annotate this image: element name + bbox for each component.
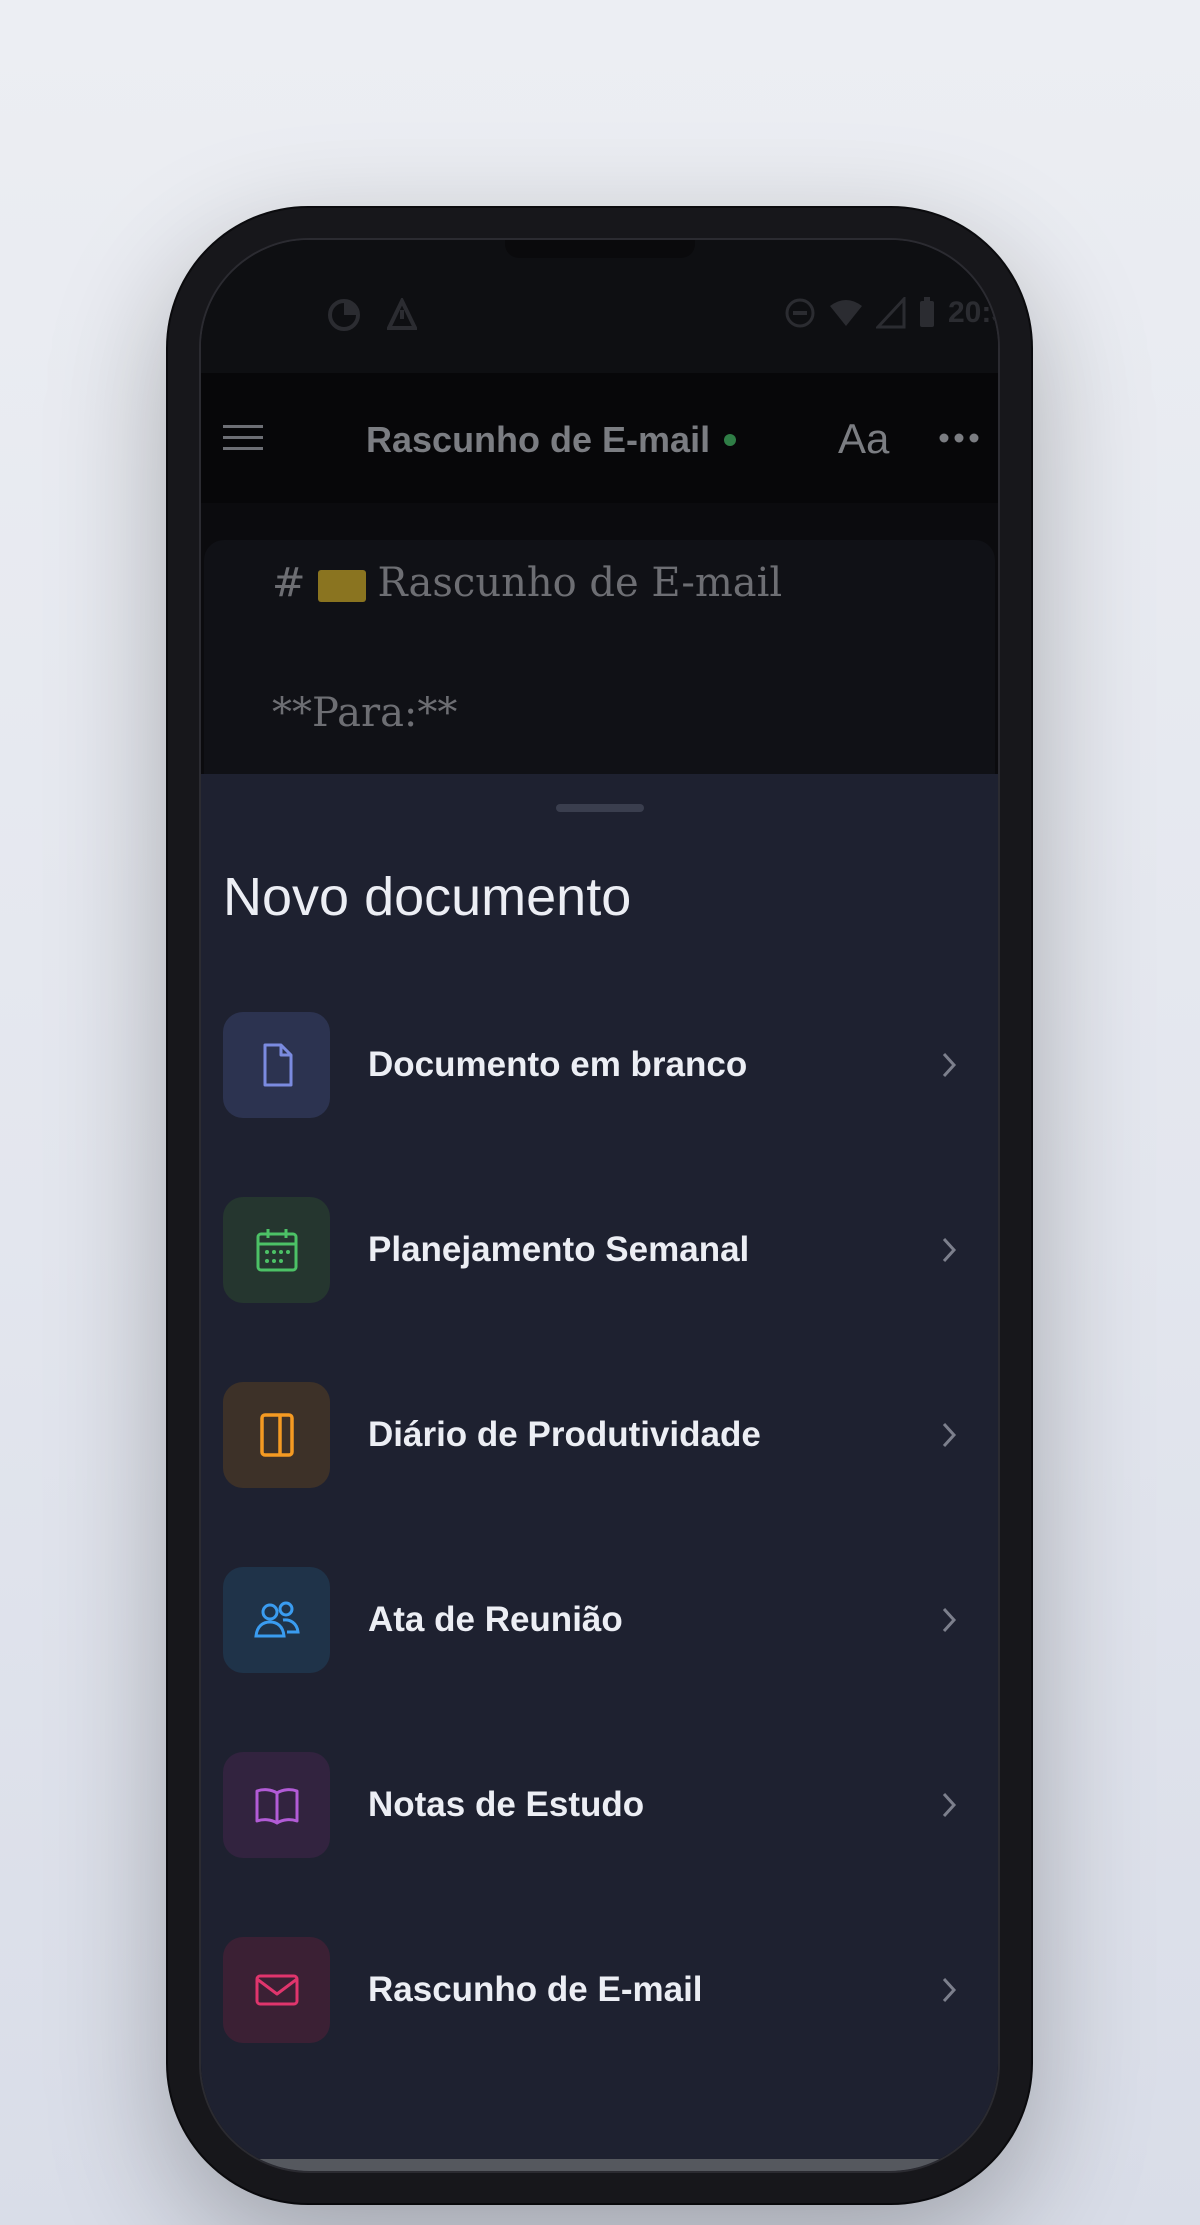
mail-icon bbox=[255, 1974, 298, 2006]
template-list: Documento em branco Planejamento Semanal bbox=[223, 1012, 976, 2122]
sheet-drag-handle[interactable] bbox=[555, 804, 644, 812]
status-bar: 20:5 bbox=[201, 240, 998, 373]
editor-area[interactable]: # Rascunho de E-mail **Para:** bbox=[204, 540, 995, 800]
template-option-meeting-minutes[interactable]: Ata de Reunião bbox=[223, 1567, 976, 1673]
phone-frame: 20:5 Rascunho de E-mail Aa #Rascunho bbox=[168, 208, 1031, 2203]
signal-icon bbox=[875, 297, 906, 329]
status-time: 20:5 bbox=[947, 296, 998, 329]
option-label: Diário de Produtividade bbox=[368, 1415, 761, 1454]
book-icon bbox=[255, 1788, 298, 1825]
notebook-icon bbox=[259, 1413, 294, 1457]
document-title-text: Rascunho de E-mail bbox=[366, 419, 711, 460]
gesture-bar bbox=[231, 2159, 968, 2171]
option-label: Rascunho de E-mail bbox=[368, 1970, 703, 2009]
document-icon bbox=[263, 1043, 292, 1087]
editor-line: **Para:** bbox=[272, 690, 458, 736]
document-title[interactable]: Rascunho de E-mail bbox=[366, 419, 737, 461]
markdown-hash: # bbox=[272, 560, 306, 606]
template-option-study-notes[interactable]: Notas de Estudo bbox=[223, 1752, 976, 1858]
new-document-sheet: Novo documento Documento em branco Plane… bbox=[201, 774, 998, 2171]
template-option-blank[interactable]: Documento em branco bbox=[223, 1012, 976, 1118]
chevron-right-icon bbox=[942, 1052, 957, 1078]
app-bar: Rascunho de E-mail Aa bbox=[201, 373, 998, 503]
chevron-right-icon bbox=[942, 1422, 957, 1448]
option-label: Ata de Reunião bbox=[368, 1600, 623, 1639]
font-settings-button[interactable]: Aa bbox=[838, 415, 889, 463]
editor-heading-line: # Rascunho de E-mail bbox=[272, 560, 782, 606]
chevron-right-icon bbox=[942, 1237, 957, 1263]
envelope-emoji-icon bbox=[317, 570, 366, 602]
option-icon-tile bbox=[223, 1567, 330, 1673]
chevron-right-icon bbox=[942, 1792, 957, 1818]
template-option-productivity-journal[interactable]: Diário de Produtividade bbox=[223, 1382, 976, 1488]
option-label: Documento em branco bbox=[368, 1045, 748, 1084]
option-icon-tile bbox=[223, 1752, 330, 1858]
people-icon bbox=[253, 1601, 300, 1638]
sync-status-dot bbox=[724, 434, 737, 446]
option-label: Planejamento Semanal bbox=[368, 1230, 750, 1269]
sheet-title: Novo documento bbox=[223, 867, 632, 927]
template-option-email-draft[interactable]: Rascunho de E-mail bbox=[223, 1937, 976, 2043]
option-icon-tile bbox=[223, 1937, 330, 2043]
data-saver-icon bbox=[328, 299, 360, 331]
menu-icon[interactable] bbox=[223, 423, 263, 453]
camera-notch bbox=[504, 240, 695, 258]
option-label: Notas de Estudo bbox=[368, 1785, 645, 1824]
do-not-disturb-icon bbox=[785, 298, 815, 328]
phone-screen: 20:5 Rascunho de E-mail Aa #Rascunho bbox=[199, 238, 1000, 2173]
option-icon-tile bbox=[223, 1197, 330, 1303]
more-options-icon[interactable] bbox=[937, 431, 981, 445]
chevron-right-icon bbox=[942, 1977, 957, 2003]
editor-heading-text: Rascunho de E-mail bbox=[377, 560, 783, 606]
wifi-icon bbox=[829, 300, 862, 326]
option-icon-tile bbox=[223, 1012, 330, 1118]
battery-icon bbox=[919, 297, 934, 327]
alert-icon bbox=[387, 298, 417, 330]
chevron-right-icon bbox=[942, 1607, 957, 1633]
option-icon-tile bbox=[223, 1382, 330, 1488]
calendar-icon bbox=[256, 1229, 297, 1272]
template-option-weekly-planning[interactable]: Planejamento Semanal bbox=[223, 1197, 976, 1303]
